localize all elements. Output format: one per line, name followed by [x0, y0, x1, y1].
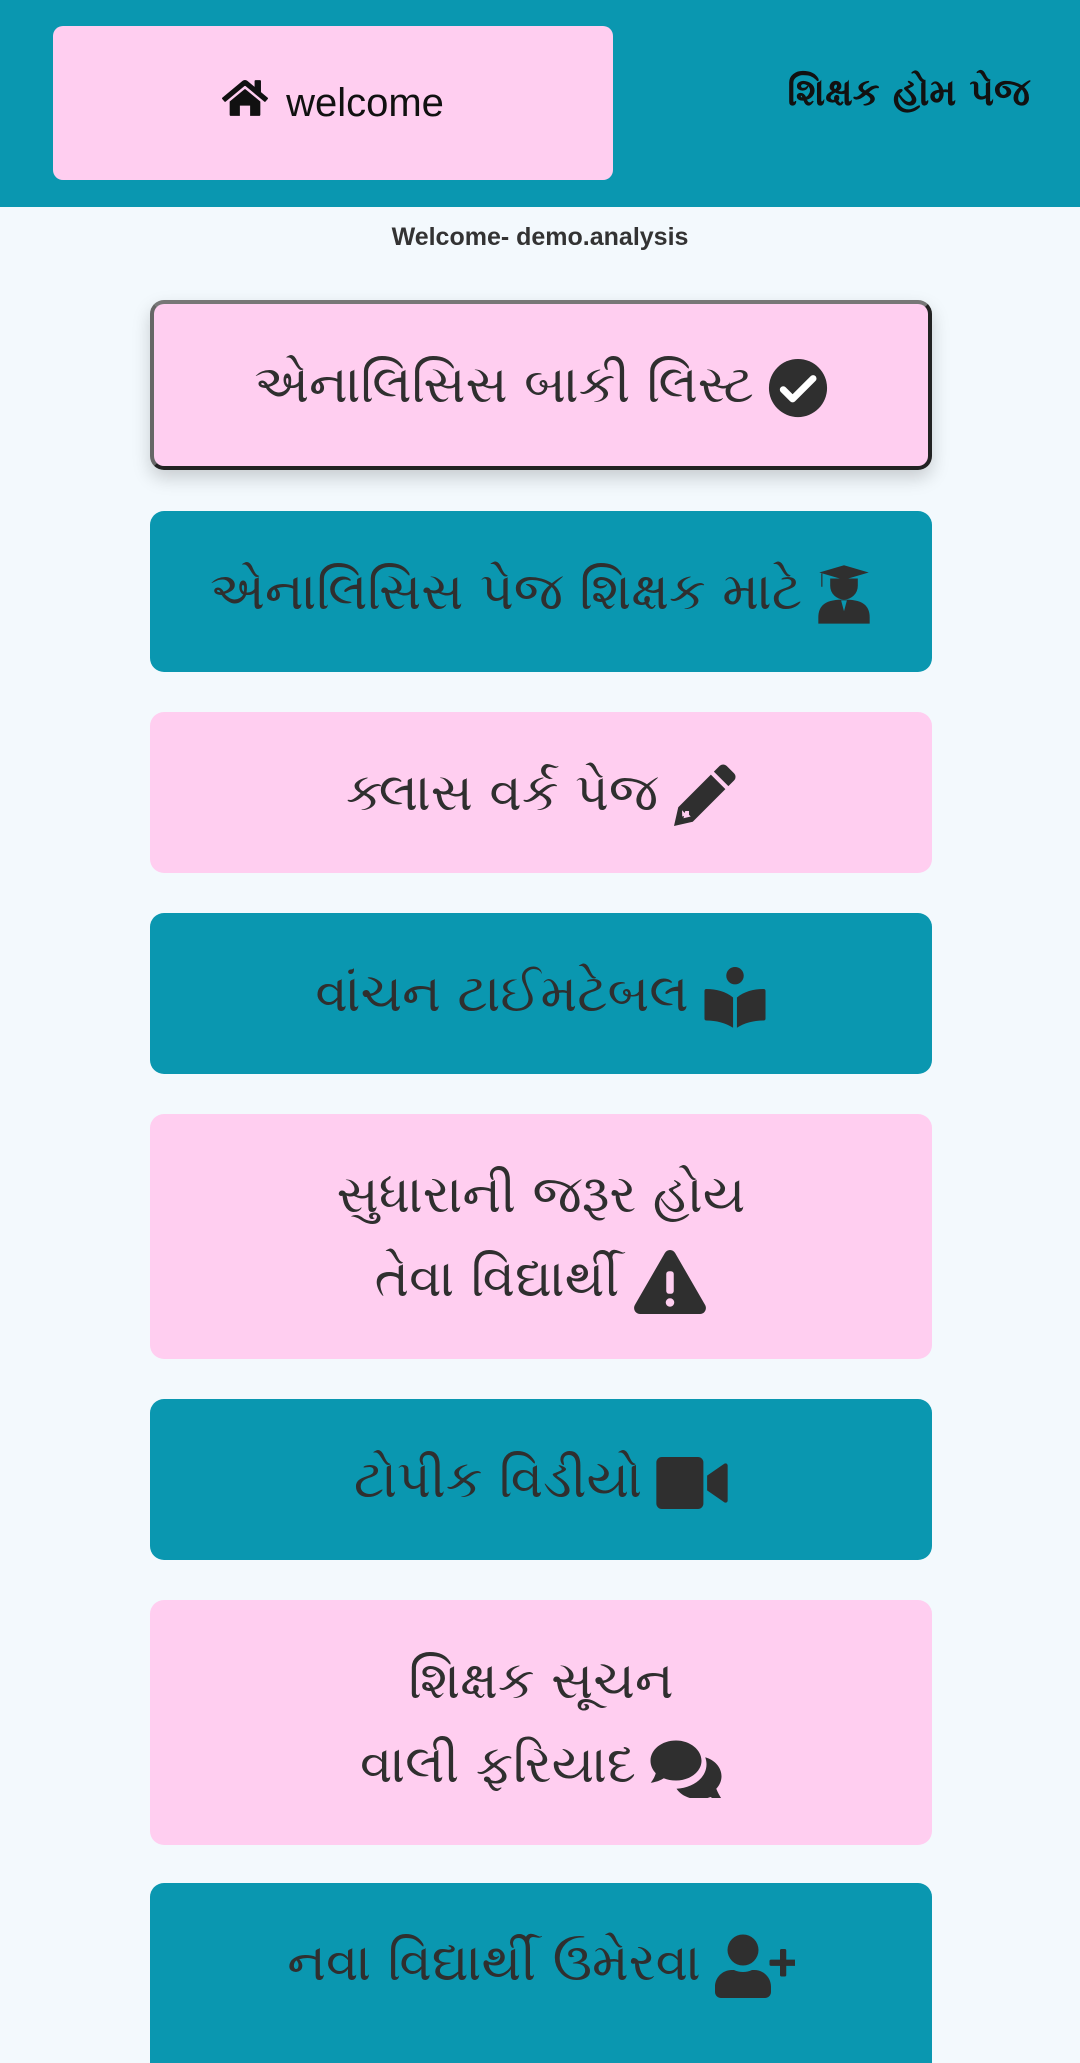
teacher-suggestion-parent-complaint-button[interactable]: શિક્ષક સૂચન વાલી ફરિયાદ — [150, 1600, 932, 1845]
pencil-icon — [672, 763, 736, 828]
button-label: એનાલિસિસ પેજ શિક્ષક માટે — [210, 561, 802, 622]
book-reader-icon — [703, 966, 767, 1028]
welcome-user-text: Welcome- demo.analysis — [391, 223, 689, 251]
user-plus-icon — [714, 1934, 795, 1998]
reading-timetable-button[interactable]: વાંચન ટાઈમટેબલ — [150, 913, 932, 1074]
button-label: એનાલિસિસ બાકી લિસ્ટ — [254, 355, 754, 415]
welcome-label: welcome — [286, 80, 444, 125]
warning-icon — [633, 1249, 707, 1314]
button-label-line1: શિક્ષક સૂચન — [408, 1650, 674, 1711]
button-label-line1: સુધારાની જરૂર હોય — [336, 1164, 746, 1225]
button-label: વાંચન ટાઈમટેબલ — [315, 963, 689, 1024]
page-title: શિક્ષક હોમ પેજ — [787, 70, 1030, 114]
button-label: ક્લાસ વર્ક પેજ — [345, 762, 659, 823]
top-header: welcome શિક્ષક હોમ પેજ — [0, 0, 1080, 207]
button-label: નવા વિદ્યાર્થી ઉમેરવા — [287, 1933, 701, 1993]
button-label-line2: તેવા વિદ્યાર્થી — [374, 1248, 620, 1309]
comments-icon — [650, 1738, 722, 1798]
students-needing-improvement-button[interactable]: સુધારાની જરૂર હોય તેવા વિદ્યાર્થી — [150, 1114, 932, 1359]
check-circle-icon — [768, 358, 828, 418]
welcome-home-button[interactable]: welcome — [53, 26, 613, 180]
pending-analysis-list-button[interactable]: એનાલિસિસ બાકી લિસ્ટ — [150, 300, 932, 470]
topic-videos-button[interactable]: ટોપીક વિડીયો — [150, 1399, 932, 1560]
class-work-page-button[interactable]: ક્લાસ વર્ક પેજ — [150, 712, 932, 873]
analysis-page-teacher-button[interactable]: એનાલિસિસ પેજ શિક્ષક માટે — [150, 511, 932, 672]
add-new-student-button[interactable]: નવા વિદ્યાર્થી ઉમેરવા — [150, 1883, 932, 2063]
home-icon — [222, 77, 269, 129]
graduate-user-icon — [816, 564, 872, 626]
button-label: ટોપીક વિડીયો — [353, 1449, 643, 1510]
button-label-line2: વાલી ફરિયાદ — [359, 1734, 636, 1795]
video-camera-icon — [656, 1456, 728, 1509]
